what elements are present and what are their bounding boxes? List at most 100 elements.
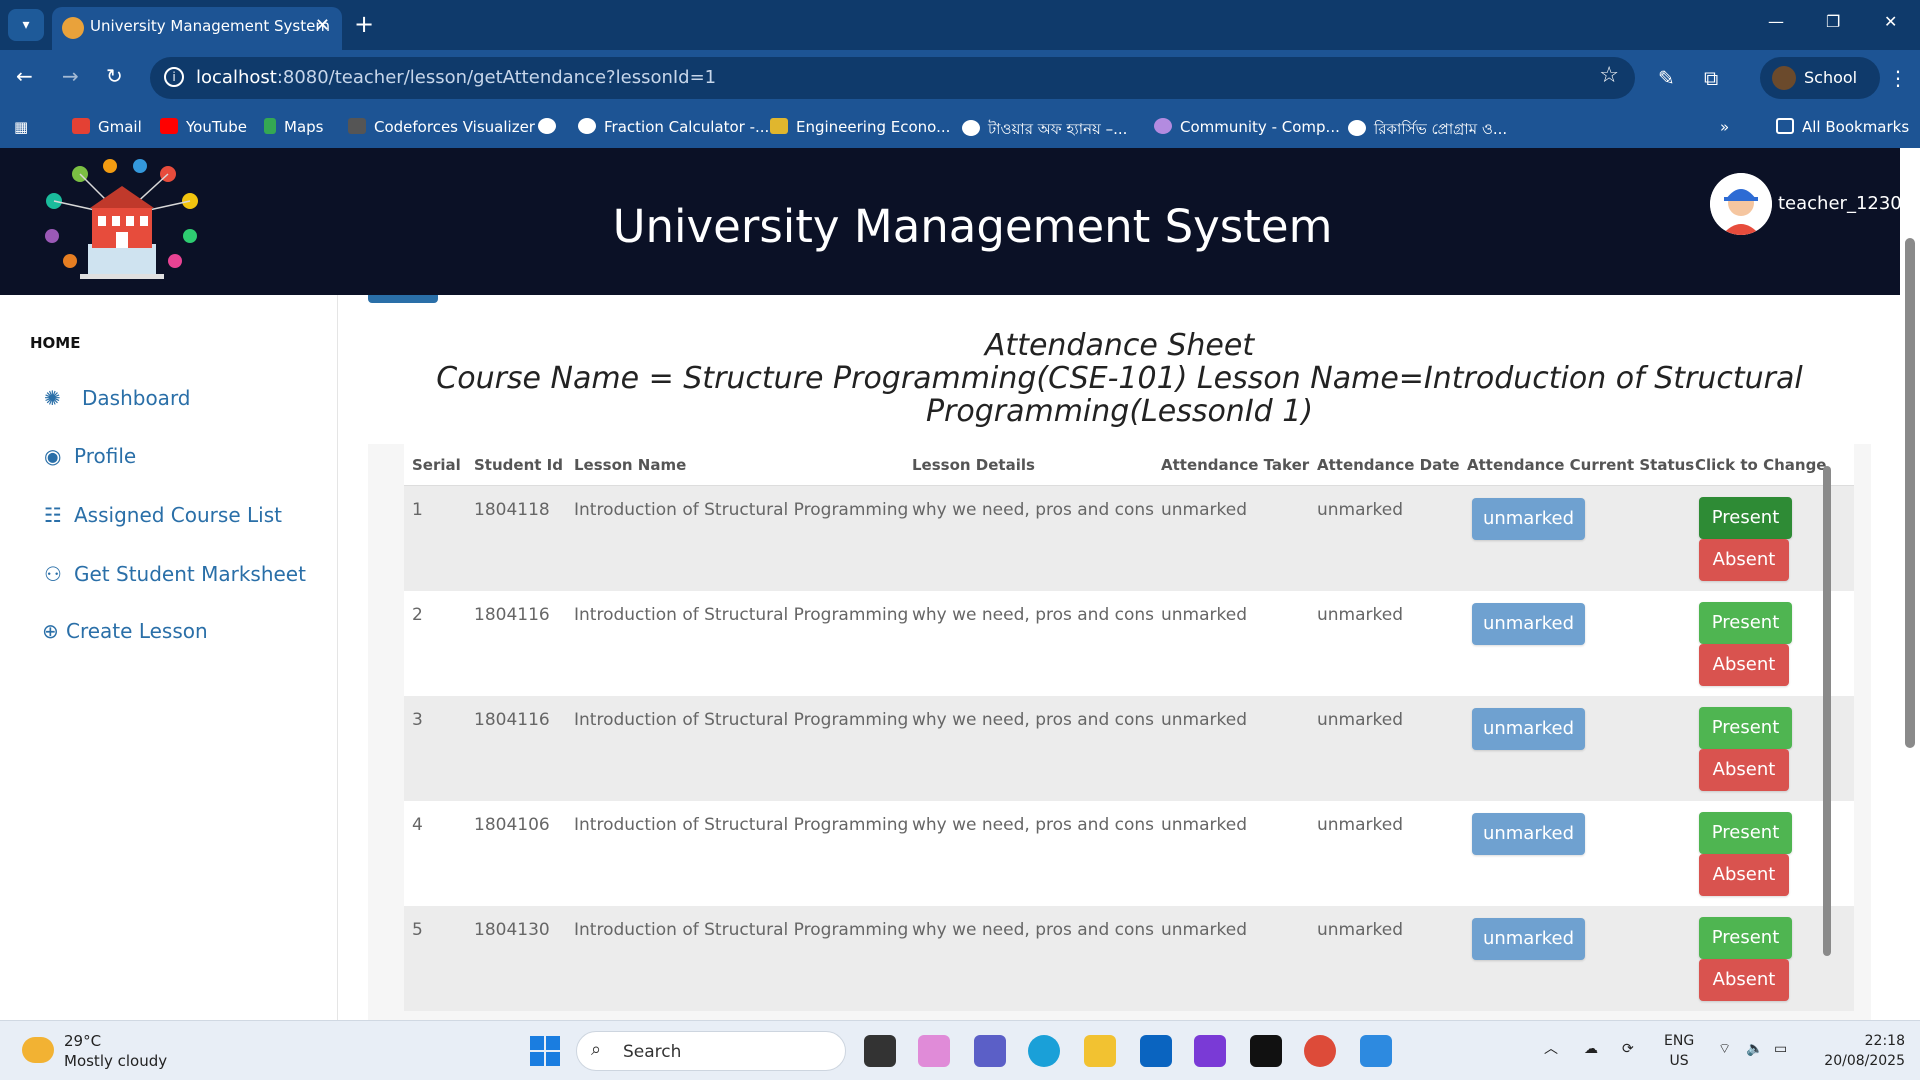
browser-tab[interactable]: University Management System ✕ [52, 7, 342, 50]
back-icon[interactable]: ← [16, 64, 33, 88]
top-button-partial[interactable] [368, 295, 438, 303]
sidebar-item-create-lesson[interactable]: ⊕ Create Lesson [42, 619, 208, 643]
file-explorer-icon[interactable] [1084, 1035, 1116, 1067]
photos-icon[interactable] [1360, 1035, 1392, 1067]
system-clock[interactable]: 22:18 20/08/2025 [1815, 1031, 1905, 1071]
bookmark-recursive[interactable]: রিকার্সিভ প্রোগ্রাম ও... [1348, 118, 1507, 143]
page-scrollbar-thumb[interactable] [1905, 238, 1915, 748]
bookmark-fraction[interactable]: Fraction Calculator -... [578, 118, 769, 136]
status-badge[interactable]: unmarked [1472, 813, 1585, 855]
cell-lesson-name: Introduction of Structural Programming [574, 605, 909, 625]
lang-primary: ENG [1664, 1033, 1695, 1049]
intellij-icon[interactable] [1250, 1035, 1282, 1067]
all-bookmarks[interactable]: All Bookmarks [1776, 118, 1909, 136]
url-bar[interactable]: i localhost:8080/teacher/lesson/getAtten… [150, 57, 1635, 99]
cfv-icon [348, 118, 366, 134]
wifi-icon[interactable]: ⌔ [1718, 1039, 1731, 1059]
more-bookmarks-icon[interactable]: » [1720, 118, 1729, 136]
battery-icon[interactable]: ▭ [1774, 1039, 1787, 1059]
sidebar-item-profile[interactable]: ◉ Profile [44, 444, 136, 468]
copilot-icon[interactable] [918, 1035, 950, 1067]
bookmark-star-icon[interactable]: ☆ [1599, 63, 1619, 88]
absent-button[interactable]: Absent [1699, 854, 1789, 896]
extensions-icon[interactable]: ⧉ [1704, 66, 1718, 90]
language-indicator[interactable]: ENG US [1664, 1031, 1694, 1071]
chrome-icon[interactable] [1304, 1035, 1336, 1067]
slides-icon [770, 118, 788, 134]
bookmark-maps[interactable]: Maps [264, 118, 323, 136]
col-lesson-details: Lesson Details [912, 456, 1035, 474]
sidebar-item-label: Profile [74, 444, 137, 468]
present-button[interactable]: Present [1699, 602, 1792, 644]
bookmark-community[interactable]: Community - Comp... [1154, 118, 1340, 136]
cell-student-id: 1804116 [474, 605, 550, 625]
m365-icon[interactable] [1194, 1035, 1226, 1067]
browser-menu-icon[interactable]: ⋮ [1888, 66, 1908, 90]
status-badge[interactable]: unmarked [1472, 708, 1585, 750]
bookmark-gmail[interactable]: Gmail [72, 118, 142, 136]
absent-button[interactable]: Absent [1699, 539, 1789, 581]
user-avatar [1710, 173, 1772, 235]
tray-chevron-icon[interactable]: ︿ [1544, 1039, 1558, 1059]
status-badge[interactable]: unmarked [1472, 498, 1585, 540]
absent-button[interactable]: Absent [1699, 644, 1789, 686]
col-serial: Serial [412, 456, 461, 474]
absent-button[interactable]: Absent [1699, 749, 1789, 791]
url-text[interactable]: localhost:8080/teacher/lesson/getAttenda… [196, 67, 716, 88]
new-tab-button[interactable]: + [354, 10, 374, 38]
site-info-icon[interactable]: i [164, 67, 184, 87]
sync-icon[interactable]: ⟳ [1622, 1039, 1634, 1059]
page-scrollbar[interactable] [1900, 148, 1920, 1020]
status-badge[interactable]: unmarked [1472, 918, 1585, 960]
edge-icon[interactable] [1028, 1035, 1060, 1067]
main-content: Attendance Sheet Course Name = Structure… [368, 295, 1871, 1020]
tab-title: University Management System [90, 17, 330, 35]
present-button[interactable]: Present [1699, 707, 1792, 749]
task-view-icon[interactable] [864, 1035, 896, 1067]
table-scrollbar[interactable] [1820, 444, 1834, 1020]
present-button[interactable]: Present [1699, 812, 1792, 854]
forward-icon[interactable]: → [62, 64, 79, 88]
bookmark-globe[interactable] [538, 118, 564, 136]
bookmark-youtube[interactable]: YouTube [160, 118, 247, 136]
cell-attendance-date: unmarked [1317, 605, 1404, 625]
table-scrollbar-thumb[interactable] [1823, 466, 1831, 956]
minimize-icon[interactable]: — [1768, 12, 1784, 31]
table-row: 3 1804116 Introduction of Structural Pro… [404, 696, 1854, 801]
windows-start-icon[interactable] [530, 1036, 560, 1066]
bookmark-codeforces[interactable]: Codeforces Visualizer [348, 118, 535, 136]
search-label: Search [623, 1042, 682, 1062]
volume-icon[interactable]: 🔈 [1746, 1039, 1763, 1059]
window-close-icon[interactable]: ✕ [1884, 12, 1897, 31]
taskbar-search[interactable]: ⌕ Search [576, 1031, 846, 1071]
tab-search-button[interactable]: ▾ [8, 9, 44, 41]
url-host: localhost [196, 67, 277, 88]
present-button[interactable]: Present [1699, 917, 1792, 959]
weather-temp: 29°C [64, 1032, 102, 1050]
user-icon: ⚇ [44, 562, 62, 586]
outlook-icon[interactable] [1140, 1035, 1172, 1067]
onedrive-icon[interactable]: ☁ [1584, 1039, 1598, 1059]
bookmark-engineering[interactable]: Engineering Econo... [770, 118, 950, 136]
absent-button[interactable]: Absent [1699, 959, 1789, 1001]
status-badge[interactable]: unmarked [1472, 603, 1585, 645]
cell-lesson-name: Introduction of Structural Programming [574, 710, 909, 730]
eyedropper-icon[interactable]: ✎ [1658, 66, 1675, 90]
site-header: University Management System teacher_123… [0, 148, 1902, 295]
sidebar-item-label: Assigned Course List [74, 503, 282, 527]
table-row: 2 1804116 Introduction of Structural Pro… [404, 591, 1854, 696]
present-button[interactable]: Present [1699, 497, 1792, 539]
teams-icon[interactable] [974, 1035, 1006, 1067]
address-bar-row: ← → ↻ i localhost:8080/teacher/lesson/ge… [0, 50, 1920, 108]
close-tab-icon[interactable]: ✕ [315, 15, 330, 36]
bookmark-tower[interactable]: টাওয়ার অফ হ্যানয় –... [962, 118, 1127, 143]
restore-icon[interactable]: ❐ [1826, 12, 1840, 31]
cell-lesson-name: Introduction of Structural Programming [574, 500, 909, 520]
sidebar-item-assigned-course-list[interactable]: ☷ Assigned Course List [44, 503, 282, 527]
sheet-subtitle-line2: Programming(LessonId 1) [925, 394, 1314, 429]
reload-icon[interactable]: ↻ [106, 64, 123, 88]
sidebar-item-dashboard[interactable]: ✺ Dashboard [44, 386, 191, 410]
sidebar-item-get-student-marksheet[interactable]: ⚇ Get Student Marksheet [44, 562, 306, 586]
profile-chip[interactable]: School [1760, 57, 1880, 99]
apps-grid-icon[interactable]: ▦ [14, 118, 28, 136]
